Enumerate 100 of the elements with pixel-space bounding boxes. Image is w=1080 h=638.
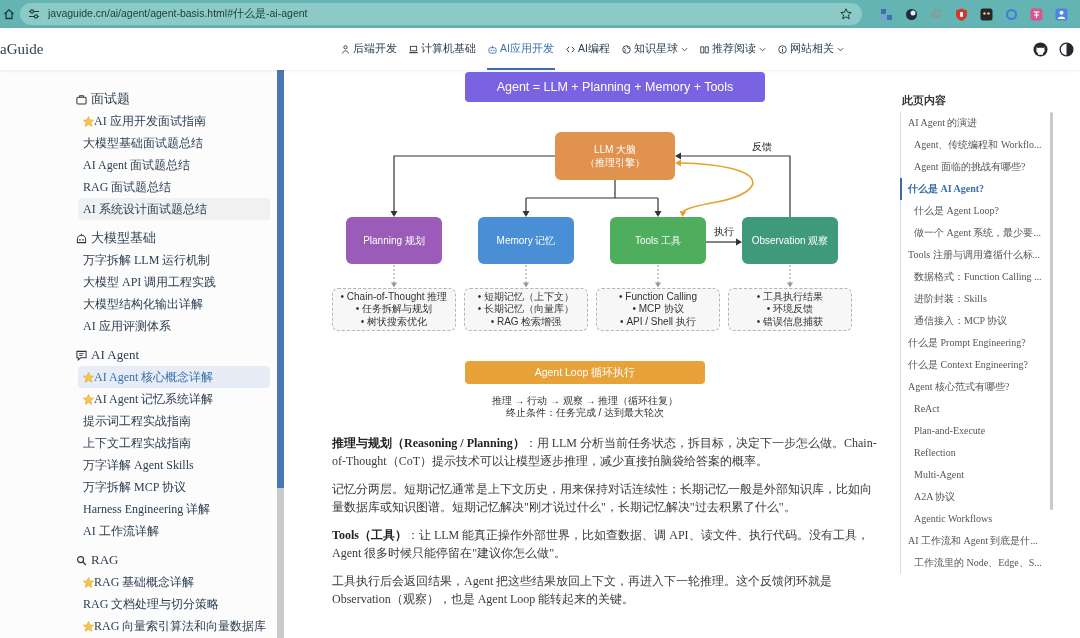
detail-box: • Chain-of-Thought 推理 • 任务拆解与规划 • 树状搜索优化 — [332, 288, 456, 331]
sidebar-link[interactable]: RAG 面试题总结 — [78, 176, 270, 198]
scrollbar-thumb[interactable] — [1050, 112, 1053, 510]
sidebar-link[interactable]: 大模型结构化输出详解 — [78, 293, 270, 315]
formula-banner: Agent = LLM + Planning + Memory + Tools — [465, 72, 765, 102]
toc-link[interactable]: 什么是 Prompt Engineering? — [900, 332, 1047, 354]
bookmark-star-icon[interactable] — [840, 8, 852, 20]
robot-icon — [76, 232, 87, 244]
code-icon — [565, 44, 575, 54]
nav-tab[interactable]: 后端开发 — [340, 28, 398, 70]
cat-icon[interactable] — [1033, 41, 1048, 57]
toc-link[interactable]: A2A 协议 — [900, 486, 1047, 508]
toc-link[interactable]: 进阶封装：Skills — [900, 288, 1047, 310]
toc-link[interactable]: 什么是 Context Engineering? — [900, 354, 1047, 376]
sidebar-link[interactable]: AI Agent 面试题总结 — [78, 154, 270, 176]
edge-label: 执行 — [714, 226, 734, 238]
sidebar-link[interactable]: RAG 文档处理与切分策略 — [78, 593, 270, 615]
detail-box: • 短期记忆（上下文） • 长期记忆（向量库） • RAG 检索增强 — [464, 288, 588, 331]
toc-link[interactable]: 什么是 Agent Loop? — [900, 200, 1047, 222]
dotted-arrow — [655, 264, 661, 288]
dotted-arrow — [787, 264, 793, 288]
paragraph: 工具执行后会返回结果，Agent 把这些结果放回上下文，再进入下一轮推理。这个反馈闭环就是 Observation（观察），也是 Agent Loop 能转起来的关键。 — [332, 573, 834, 608]
toc-title: 此页内容 — [902, 93, 947, 107]
dotted-arrow — [391, 264, 397, 288]
toc-link[interactable]: Agent 核心范式有哪些? — [900, 376, 1047, 398]
toc-link[interactable]: Agentic Workflows — [900, 508, 1047, 530]
toc-link[interactable]: Tools 注册与调用遵循什么标... — [900, 244, 1047, 266]
loop-banner: Agent Loop 循环执行 — [465, 361, 705, 384]
sidebar-link[interactable]: RAG 向量索引算法和向量数据库 — [78, 615, 270, 637]
sidebar-link[interactable]: 万字拆解 LLM 运行机制 — [78, 249, 270, 271]
detail-box: • Function Calling • MCP 协议 • API / Shell 执行 — [596, 288, 720, 331]
bag-icon — [76, 93, 87, 105]
toc-link[interactable]: AI 工作流和 Agent 到底是什... — [900, 530, 1047, 552]
sidebar-link[interactable]: 大模型 API 调用工程实践 — [78, 271, 270, 293]
scrollbar-track[interactable] — [277, 70, 284, 638]
sidebar-link[interactable]: AI Agent 核心概念详解 — [78, 366, 270, 388]
toc-link[interactable]: Agent 面临的挑战有哪些? — [900, 156, 1047, 178]
connector-arrow — [705, 238, 742, 246]
toc-link[interactable]: Agent、传统编程和 Workflo... — [900, 134, 1047, 156]
nav-tab[interactable]: 知识星球 — [620, 28, 689, 70]
message-icon — [76, 349, 87, 361]
sidebar-link[interactable]: AI 工作流详解 — [78, 520, 270, 542]
paragraph: 推理与规划（Reasoning / Planning）：用 LLM 分析当前任务状态，拆目标，决定下一步怎么做。Chain-of-Thought（CoT）提示技术可以让模型逐步推理，减少直接拍脑袋给答案的概率。 — [332, 435, 877, 470]
search-icon — [76, 554, 87, 566]
nav-tab[interactable]: AI编程 — [564, 28, 611, 70]
disc-icon[interactable] — [905, 7, 918, 21]
tile-icon[interactable] — [1030, 7, 1043, 21]
sidebar-link[interactable]: 提示词工程实战指南 — [78, 410, 270, 432]
toc-link[interactable]: Plan-and-Execute — [900, 420, 1047, 442]
person-icon[interactable] — [1055, 7, 1068, 21]
sidebar-link[interactable]: AI 应用评测体系 — [78, 315, 270, 337]
home-icon[interactable] — [3, 8, 15, 20]
sidebar-link[interactable]: 上下文工程实战指南 — [78, 432, 270, 454]
sidebar-group-title: 面试题 — [91, 90, 130, 108]
toc-link[interactable]: 工作流里的 Node、Edge、S... — [900, 552, 1047, 574]
toc-link[interactable]: ReAct — [900, 398, 1047, 420]
sidebar-link[interactable]: RAG 基础概念详解 — [78, 571, 270, 593]
url-text: javaguide.cn/ai/agent/agent-basis.html#什么是-ai-agent — [48, 7, 309, 21]
book-icon — [699, 44, 709, 54]
llm-node: LLM 大脑 （推理引擎） — [555, 132, 675, 180]
module-node: Observation 观察 — [742, 217, 838, 264]
toc-link[interactable]: 什么是 AI Agent? — [900, 178, 1047, 200]
toc-link[interactable]: Multi-Agent — [900, 464, 1047, 486]
toc-link[interactable]: 做一个 Agent 系统，最少要... — [900, 222, 1047, 244]
shield-icon[interactable] — [955, 7, 968, 21]
nav-tab[interactable]: 推荐阅读 — [698, 28, 767, 70]
sidebar-link[interactable]: AI 系统设计面试题总结 — [78, 198, 270, 220]
address-bar[interactable]: javaguide.cn/ai/agent/agent-basis.html#什么是-ai-agent — [20, 3, 862, 25]
site-logo[interactable]: aGuide — [0, 41, 44, 57]
scrollbar-thumb[interactable] — [277, 70, 284, 488]
module-node: Planning 规划 — [346, 217, 442, 264]
nav-tab[interactable]: 计算机基础 — [408, 28, 477, 70]
laptop-icon — [409, 44, 418, 54]
sidebar-link[interactable]: Harness Engineering 详解 — [78, 498, 270, 520]
sidebar-link[interactable]: 大模型基础面试题总结 — [78, 132, 270, 154]
sidebar-link[interactable]: AI Agent 记忆系统详解 — [78, 388, 270, 410]
toc-link[interactable]: AI Agent 的演进 — [900, 112, 1047, 134]
paragraph: Tools（工具）：让 LLM 能真正操作外部世界，比如查数据、调 API、读文件、执行代码。没有工具，Agent 很多时候只能停留在"建议你怎么做"。 — [332, 527, 870, 562]
robot-icon — [488, 44, 497, 54]
sidebar-link[interactable]: 万字详解 Agent Skills — [78, 454, 270, 476]
diagram-caption: 推理 → 行动 → 观察 → 推理（循环往复） 终止条件：任务完成 / 达到最大轮次 — [490, 395, 680, 419]
sidebar-group-title: 大模型基础 — [91, 229, 156, 247]
sidebar-link[interactable]: AI 应用开发面试指南 — [78, 110, 270, 132]
paragraph: 记忆分两层。短期记忆通常是上下文历史，用来保持对话连续性；长期记忆一般是外部知识库，比如向量数据库或知识图谱。短期记忆解决"刚才说过什么"，长期记忆解决"过去积累了什么"。 — [332, 481, 873, 516]
dotted-arrow — [523, 264, 529, 288]
toc-link[interactable]: Reflection — [900, 442, 1047, 464]
toc-link[interactable]: 通信接入：MCP 协议 — [900, 310, 1047, 332]
module-node: Tools 工具 — [610, 217, 706, 264]
toc-link[interactable]: 数据格式：Function Calling ... — [900, 266, 1047, 288]
info-icon — [777, 44, 787, 54]
tile-icon[interactable] — [980, 7, 993, 21]
sidebar-group-title: AI Agent — [91, 347, 140, 363]
contrast-icon[interactable] — [1059, 41, 1074, 57]
sidebar-link[interactable]: 万字拆解 MCP 协议 — [78, 476, 270, 498]
nav-tab[interactable]: 网站相关 — [776, 28, 845, 70]
globe-icon — [621, 44, 631, 54]
nav-tab[interactable]: AI应用开发 — [487, 28, 555, 70]
sidebar-group-title: RAG — [91, 552, 119, 568]
module-node: Memory 记忆 — [478, 217, 574, 264]
sliders-icon[interactable] — [28, 8, 40, 20]
